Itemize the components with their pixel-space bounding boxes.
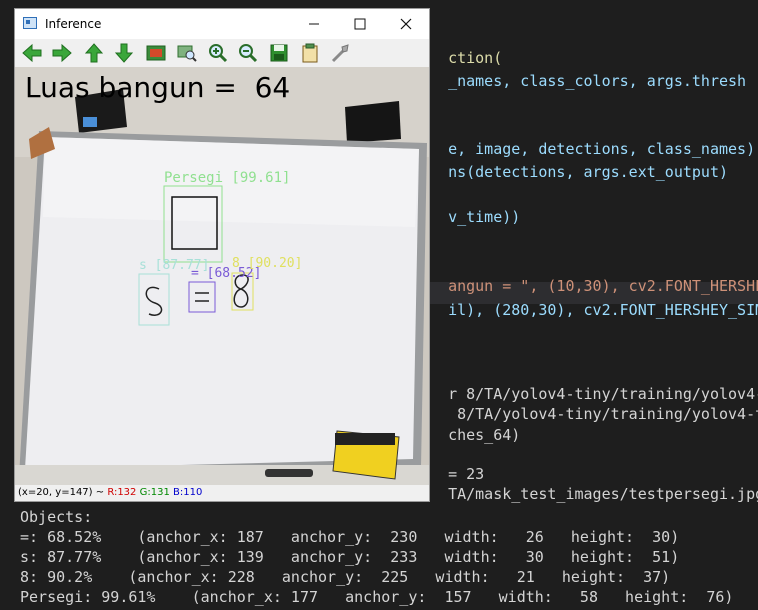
code-text: _names, class_colors, args.thresh — [448, 72, 747, 90]
minimize-button[interactable] — [291, 9, 337, 39]
arrow-left-icon[interactable] — [21, 43, 43, 63]
pixel-red-value: R:132 — [107, 487, 137, 498]
code-line: v_time)) — [430, 190, 520, 226]
terminal-detection-line: 8: 90.2% (anchor_x: 228 anchor_y: 225 wi… — [20, 568, 671, 586]
code-line: _names, class_colors, args.thresh — [430, 54, 746, 90]
terminal-text: TA/mask_test_images/testpersegi.jpg — [448, 485, 758, 503]
zoom-fit-icon[interactable] — [176, 43, 198, 63]
arrow-right-icon[interactable] — [51, 43, 73, 63]
window-titlebar[interactable]: Inference — [15, 9, 429, 39]
code-text: ns(detections, args.ext_output) — [448, 163, 729, 181]
zoom-in-icon[interactable] — [207, 43, 229, 63]
tape-piece — [345, 101, 401, 143]
pixel-blue-value: B:110 — [173, 487, 203, 498]
close-button[interactable] — [383, 9, 429, 39]
detection-label-persegi: Persegi [99.61] — [164, 170, 291, 186]
code-text: v_time)) — [448, 208, 521, 226]
terminal-detection-line: =: 68.52% (anchor_x: 187 anchor_y: 230 w… — [20, 528, 680, 546]
minimize-icon — [309, 23, 319, 25]
cursor-coordinates: (x=20, y=147) ~ — [18, 487, 105, 498]
terminal-text: ches_64) — [448, 426, 521, 444]
save-icon[interactable] — [268, 43, 290, 63]
pixel-green-value: G:131 — [139, 487, 170, 498]
arrow-up-icon[interactable] — [83, 43, 105, 63]
eraser — [332, 430, 400, 480]
code-line: ns(detections, args.ext_output) — [430, 145, 728, 181]
image-icon[interactable] — [145, 43, 167, 63]
toolbar — [15, 39, 429, 67]
arrow-down-icon[interactable] — [113, 43, 135, 63]
app-icon — [23, 17, 37, 29]
area-result-text: Luas bangun = 64 — [25, 71, 291, 104]
inference-image[interactable]: Luas bangun = 64 Persegi [99.61] s [87.7… — [15, 67, 429, 485]
close-icon — [400, 18, 412, 30]
properties-icon[interactable] — [329, 43, 351, 63]
detection-label-8: 8 [90.20] — [232, 256, 303, 271]
code-text: il), (280,30), cv2.FONT_HERSHEY_SIMP — [448, 301, 758, 319]
copy-icon[interactable] — [299, 43, 321, 63]
terminal-detection-line: Persegi: 99.61% (anchor_x: 177 anchor_y:… — [20, 588, 734, 606]
terminal-objects-header: Objects: — [20, 508, 93, 526]
code-line: il), (280,30), cv2.FONT_HERSHEY_SIMP — [430, 283, 758, 319]
inference-window: Inference Luas bangun = 64 Persegi [99.6… — [14, 8, 430, 502]
terminal-path-line: TA/mask_test_images/testpersegi.jpg — [430, 467, 758, 503]
maximize-icon — [354, 18, 366, 30]
maximize-button[interactable] — [337, 9, 383, 39]
status-bar: (x=20, y=147) ~ R:132 G:131 B:110 — [15, 485, 429, 501]
zoom-out-icon[interactable] — [237, 43, 259, 63]
terminal-path-line: ches_64) — [430, 408, 520, 444]
window-title: Inference — [45, 17, 102, 31]
terminal-detection-line: s: 87.77% (anchor_x: 139 anchor_y: 233 w… — [20, 548, 680, 566]
